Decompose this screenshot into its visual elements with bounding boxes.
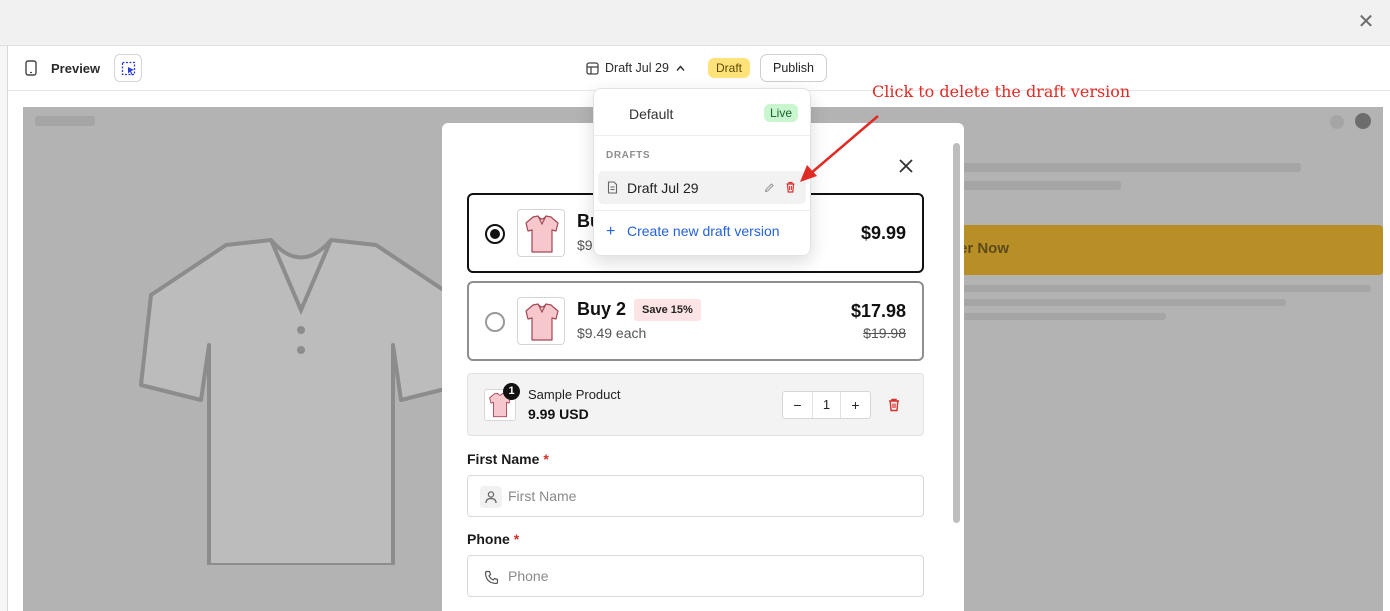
chevron-up-icon <box>676 64 685 71</box>
header-placeholder <box>35 116 95 126</box>
annotation-arrow <box>800 115 879 182</box>
offer-price: $9.99 <box>860 223 906 243</box>
publish-button[interactable]: Publish <box>760 54 827 82</box>
version-label: Draft Jul 29 <box>605 61 669 75</box>
user-icon <box>480 486 502 508</box>
product-image <box>139 238 463 565</box>
trash-icon[interactable] <box>887 397 901 412</box>
version-item-label: Default <box>629 106 674 122</box>
offer-price: $17.98 <box>850 301 906 321</box>
version-switcher[interactable]: Draft Jul 29 <box>586 59 686 77</box>
offer-radio[interactable] <box>485 224 505 244</box>
text-placeholder <box>941 181 1121 190</box>
document-icon <box>607 181 618 194</box>
status-badge: Draft <box>708 58 751 78</box>
first-name-label: First Name * <box>467 451 549 467</box>
text-placeholder <box>941 313 1166 320</box>
cart-line-item: 1 Sample Product 9.99 USD − 1 + <box>467 373 924 436</box>
cart-product-price: 9.99 USD <box>528 406 589 422</box>
preview-label: Preview <box>51 61 101 76</box>
text-placeholder <box>941 285 1371 292</box>
shirt-icon <box>525 215 559 253</box>
phone-input[interactable] <box>508 565 908 587</box>
offer-original-price: $19.98 <box>863 325 906 341</box>
decrease-button[interactable]: − <box>783 392 812 418</box>
phone-field[interactable] <box>467 555 924 597</box>
text-placeholder <box>941 163 1301 172</box>
offer-title: Buy 2 <box>577 299 627 319</box>
offer-option-buy-2[interactable]: Buy 2 Save 15% $9.49 each $17.98 $19.98 <box>467 281 924 361</box>
shirt-icon <box>525 303 559 341</box>
product-thumbnail <box>517 209 565 257</box>
modal-scrollbar[interactable] <box>953 143 960 523</box>
phone-label: Phone * <box>467 531 520 547</box>
quantity-stepper: − 1 + <box>782 391 871 419</box>
order-now-button: er Now <box>941 225 1383 275</box>
version-menu: Default Live DRAFTS Draft Jul 29 + Create… <box>593 88 811 256</box>
offer-subtitle: $9 <box>577 237 593 253</box>
version-item-label: Draft Jul 29 <box>627 180 699 196</box>
cursor-select-icon <box>121 61 136 76</box>
first-name-input[interactable] <box>508 485 908 507</box>
drafts-heading: DRAFTS <box>606 150 651 161</box>
offer-subtitle: $9.49 each <box>577 325 647 341</box>
product-thumbnail <box>517 297 565 345</box>
discount-badge: Save 15% <box>634 299 701 321</box>
window-titlebar: ✕ <box>0 0 1390 46</box>
quantity-badge: 1 <box>503 383 520 400</box>
text-placeholder <box>941 299 1286 306</box>
account-placeholder <box>1355 113 1371 129</box>
annotation-callout: Click to delete the draft version <box>872 82 1131 101</box>
create-draft-button[interactable]: + Create new draft version <box>606 223 780 241</box>
editor-toolbar: Preview Draft Jul 29 Draft Publish <box>8 46 1390 91</box>
plus-icon: + <box>606 223 616 240</box>
increase-button[interactable]: + <box>841 392 870 418</box>
cart-placeholder <box>1330 115 1344 129</box>
offer-radio[interactable] <box>485 312 505 332</box>
pencil-icon[interactable] <box>764 182 775 193</box>
layout-icon <box>586 61 599 75</box>
phone-icon <box>480 566 502 588</box>
first-name-field[interactable] <box>467 475 924 517</box>
cart-product-name: Sample Product <box>528 387 621 402</box>
menu-divider <box>594 210 810 211</box>
version-item-default[interactable]: Default Live <box>594 89 810 136</box>
mobile-icon[interactable] <box>25 60 37 76</box>
left-rail <box>0 46 8 611</box>
quantity-value[interactable]: 1 <box>812 392 841 418</box>
version-item-draft[interactable]: Draft Jul 29 <box>598 171 806 204</box>
close-icon[interactable]: ✕ <box>1356 12 1376 32</box>
close-icon[interactable] <box>897 157 915 175</box>
element-select-button[interactable] <box>114 54 142 82</box>
